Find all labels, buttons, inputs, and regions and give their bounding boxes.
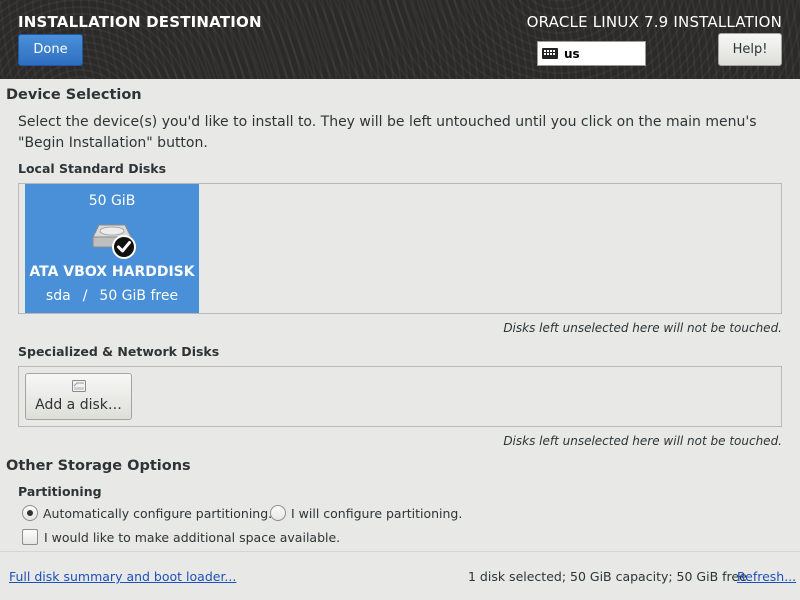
- keyboard-layout-indicator[interactable]: us: [537, 41, 646, 66]
- specialized-disks-note: Disks left unselected here will not be t…: [503, 434, 782, 448]
- auto-partition-radio[interactable]: [22, 505, 38, 521]
- manual-partition-option[interactable]: I will configure partitioning.: [270, 505, 462, 521]
- local-disks-note: Disks left unselected here will not be t…: [503, 321, 782, 335]
- disk-name: ATA VBOX HARDDISK: [29, 264, 195, 280]
- selection-summary: 1 disk selected; 50 GiB capacity; 50 GiB…: [468, 569, 747, 584]
- disk-free: 50 GiB free: [99, 288, 179, 304]
- instructions-text: Select the device(s) you'd like to insta…: [18, 114, 757, 151]
- auto-partition-option[interactable]: Automatically configure partitioning.: [22, 505, 272, 521]
- add-disk-button[interactable]: Add a disk…: [25, 373, 132, 420]
- other-storage-heading: Other Storage Options: [6, 458, 191, 474]
- device-selection-heading: Device Selection: [6, 87, 142, 103]
- page-title: INSTALLATION DESTINATION: [18, 13, 262, 31]
- additional-space-option[interactable]: I would like to make additional space av…: [22, 529, 340, 545]
- disk-add-icon: [72, 380, 86, 392]
- header-bar: INSTALLATION DESTINATION ORACLE LINUX 7.…: [0, 0, 800, 79]
- disk-tile-sda[interactable]: 50 GiB ATA VBOX HARDDISK sda / 50 GiB free: [25, 184, 199, 313]
- partitioning-heading: Partitioning: [18, 484, 102, 499]
- specialized-disks-panel: [18, 366, 782, 427]
- product-title: ORACLE LINUX 7.9 INSTALLATION: [526, 13, 782, 31]
- keyboard-icon: [542, 48, 558, 59]
- disk-summary-link[interactable]: Full disk summary and boot loader...: [9, 569, 236, 584]
- additional-space-label: I would like to make additional space av…: [44, 529, 341, 545]
- additional-space-checkbox[interactable]: [22, 529, 38, 545]
- keyboard-layout-label: us: [564, 46, 580, 61]
- disk-detail-separator: /: [82, 288, 88, 304]
- hard-disk-checked-icon: [92, 224, 136, 259]
- disk-device: sda: [45, 288, 71, 304]
- local-disks-heading: Local Standard Disks: [18, 161, 167, 176]
- auto-partition-label: Automatically configure partitioning.: [43, 505, 273, 521]
- manual-partition-radio[interactable]: [270, 505, 286, 521]
- specialized-disks-heading: Specialized & Network Disks: [18, 344, 220, 359]
- disk-size: 50 GiB: [88, 193, 136, 209]
- add-disk-label: Add a disk…: [35, 397, 122, 413]
- disk-detail: sda / 50 GiB free: [25, 288, 199, 304]
- help-button[interactable]: Help!: [718, 33, 782, 66]
- manual-partition-label: I will configure partitioning.: [291, 505, 463, 521]
- refresh-link[interactable]: Refresh...: [737, 569, 796, 584]
- footer-divider: [0, 551, 800, 552]
- done-button[interactable]: Done: [18, 34, 83, 66]
